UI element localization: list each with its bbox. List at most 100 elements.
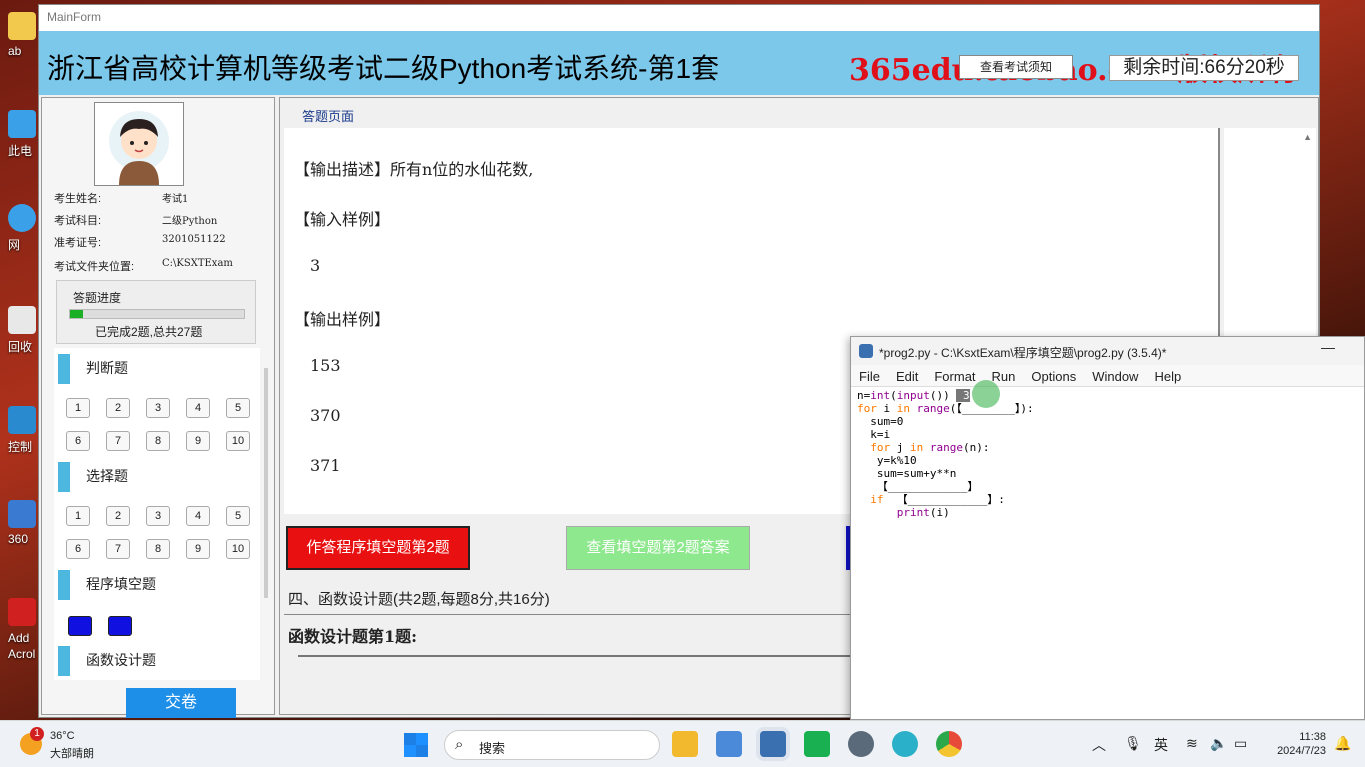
judge_nums-question-4-button[interactable]: 4 — [186, 398, 210, 418]
choice_nums-question-9-button[interactable]: 9 — [186, 539, 210, 559]
file-explorer-icon[interactable] — [672, 731, 698, 757]
chevron-up-icon[interactable]: ︿ — [1092, 735, 1106, 755]
fill-question-1-button[interactable] — [68, 616, 92, 636]
mouse-cursor-highlight — [972, 380, 1000, 408]
code-line: for j in range(n): — [870, 441, 990, 454]
menu-edit[interactable]: Edit — [896, 369, 918, 384]
menu-run[interactable]: Run — [992, 369, 1016, 384]
system-clock[interactable]: 11:38 2024/7/23 — [1266, 730, 1326, 758]
desktop-icon-folder[interactable]: ab — [8, 12, 38, 58]
choice_nums-question-10-button[interactable]: 10 — [226, 539, 250, 559]
judge_nums-question-9-button[interactable]: 9 — [186, 431, 210, 451]
wechat-store-icon[interactable] — [804, 731, 830, 757]
windows-start-icon[interactable] — [404, 733, 428, 757]
microphone-icon[interactable]: 🎙 — [1124, 735, 1142, 752]
choice_nums-question-7-button[interactable]: 7 — [106, 539, 130, 559]
navigator-scrollbar[interactable] — [264, 368, 268, 598]
choice_nums-question-3-button[interactable]: 3 — [146, 506, 170, 526]
judge_nums-question-6-button[interactable]: 6 — [66, 431, 90, 451]
menu-file[interactable]: File — [859, 369, 880, 384]
exam-title: 浙江省高校计算机等级考试二级Python考试系统-第1套 — [47, 53, 720, 84]
scroll-up-icon[interactable]: ▲ — [1303, 132, 1312, 142]
notification-badge: 1 — [30, 727, 44, 741]
judge_nums-question-5-button[interactable]: 5 — [226, 398, 250, 418]
choice_nums-question-6-button[interactable]: 6 — [66, 539, 90, 559]
view-exam-notice-button[interactable]: 查看考试须知 — [959, 55, 1073, 79]
clock-date: 2024/7/23 — [1277, 745, 1326, 757]
section-marker — [58, 462, 70, 492]
menu-window[interactable]: Window — [1092, 369, 1138, 384]
output-sample-value: 371 — [310, 456, 341, 475]
code-line: k=i — [857, 428, 891, 441]
edge-app-icon[interactable] — [892, 731, 918, 757]
subject-label: 考试科目: — [54, 215, 102, 227]
code-line: print(i) — [896, 506, 950, 519]
photos-icon[interactable] — [716, 731, 742, 757]
menu-options[interactable]: Options — [1031, 369, 1076, 384]
window-title: MainForm — [39, 5, 1319, 31]
section-func-label: 函数设计题 — [86, 652, 156, 668]
judge_nums-question-2-button[interactable]: 2 — [106, 398, 130, 418]
subject-value: 二级Python — [162, 216, 218, 227]
section4-heading: 四、函数设计题(共2题,每题8分,共16分) — [288, 591, 550, 608]
python-file-icon — [859, 344, 873, 358]
output-sample-value: 370 — [310, 406, 341, 425]
input-sample-value: 3 — [310, 256, 321, 275]
choice_nums-question-4-button[interactable]: 4 — [186, 506, 210, 526]
fill-question-2-button[interactable] — [108, 616, 132, 636]
folder-icon — [8, 12, 36, 40]
menu-help[interactable]: Help — [1154, 369, 1181, 384]
network-icon — [8, 204, 36, 232]
choice_nums-question-5-button[interactable]: 5 — [226, 506, 250, 526]
settings-icon[interactable] — [848, 731, 874, 757]
choice_nums-question-8-button[interactable]: 8 — [146, 539, 170, 559]
desktop-icon-360zip[interactable]: 360 — [8, 500, 38, 546]
desktop-icon-computer[interactable]: 此电 — [8, 110, 38, 159]
notification-bell-icon[interactable]: 🔔 — [1334, 735, 1351, 752]
idle-title-bar: *prog2.py - C:\KsxtExam\程序填空题\prog2.py (… — [851, 337, 1364, 365]
desktop-icon-label: 控制 — [8, 440, 33, 454]
code-line: sum=sum+y**n — [857, 467, 957, 480]
computer-icon — [8, 110, 36, 138]
choice_nums-question-2-button[interactable]: 2 — [106, 506, 130, 526]
code-line: sum=0 — [857, 415, 904, 428]
desktop-icon-network[interactable]: 网 — [8, 204, 38, 253]
search-icon: ⌕ — [455, 736, 464, 753]
judge_nums-question-3-button[interactable]: 3 — [146, 398, 170, 418]
id-value: 3201051122 — [162, 234, 226, 245]
judge_nums-question-8-button[interactable]: 8 — [146, 431, 170, 451]
chrome-icon[interactable] — [936, 731, 962, 757]
judge_nums-question-7-button[interactable]: 7 — [106, 431, 130, 451]
code-line: 【____________】 — [857, 480, 979, 493]
taskbar-search[interactable]: ⌕ 搜索 — [444, 730, 660, 760]
section-judge-label: 判断题 — [86, 360, 128, 376]
desktop-icon-control[interactable]: 控制 — [8, 406, 38, 455]
wifi-icon[interactable]: ≋ — [1186, 735, 1198, 752]
divider — [298, 655, 858, 657]
view-fill-answer-button[interactable]: 查看填空题第2题答案 — [566, 526, 750, 570]
name-value: 考试1 — [162, 194, 189, 205]
section-fill-label: 程序填空题 — [86, 576, 156, 592]
desktop-icon-acrobat[interactable]: Add Acrol — [8, 598, 38, 662]
python-idle-icon[interactable] — [760, 731, 786, 757]
tab-answer-page[interactable]: 答题页面 — [302, 106, 354, 125]
menu-format[interactable]: Format — [934, 369, 975, 384]
code-line: if 【____________】: — [870, 493, 1005, 506]
ime-indicator[interactable]: 英 — [1154, 735, 1168, 755]
minimize-button[interactable]: — — [1321, 339, 1335, 355]
header-bar: 浙江省高校计算机等级考试二级Python考试系统-第1套 365edu.taob… — [39, 31, 1319, 95]
taskbar: 1 36°C 大部晴朗 ⌕ 搜索 ︿ 🎙 英 ≋ 🔈 ▭ 11:38 2024/… — [0, 720, 1365, 767]
judge_nums-question-1-button[interactable]: 1 — [66, 398, 90, 418]
answer-fill-question-button[interactable]: 作答程序填空题第2题 — [286, 526, 470, 570]
code-editor[interactable]: n=int(input()) 3 for i in range(【________… — [851, 387, 1364, 521]
desktop-icon-recycle[interactable]: 回收 — [8, 306, 38, 355]
search-placeholder: 搜索 — [479, 741, 506, 756]
submit-exam-button[interactable]: 交卷 — [126, 688, 236, 718]
judge_nums-question-10-button[interactable]: 10 — [226, 431, 250, 451]
volume-icon[interactable]: 🔈 — [1210, 735, 1227, 752]
weather-condition[interactable]: 大部晴朗 — [50, 745, 94, 761]
weather-temperature[interactable]: 36°C — [50, 730, 75, 742]
choice_nums-question-1-button[interactable]: 1 — [66, 506, 90, 526]
desktop-icon-label: 回收 — [8, 340, 33, 354]
battery-icon[interactable]: ▭ — [1234, 735, 1247, 752]
